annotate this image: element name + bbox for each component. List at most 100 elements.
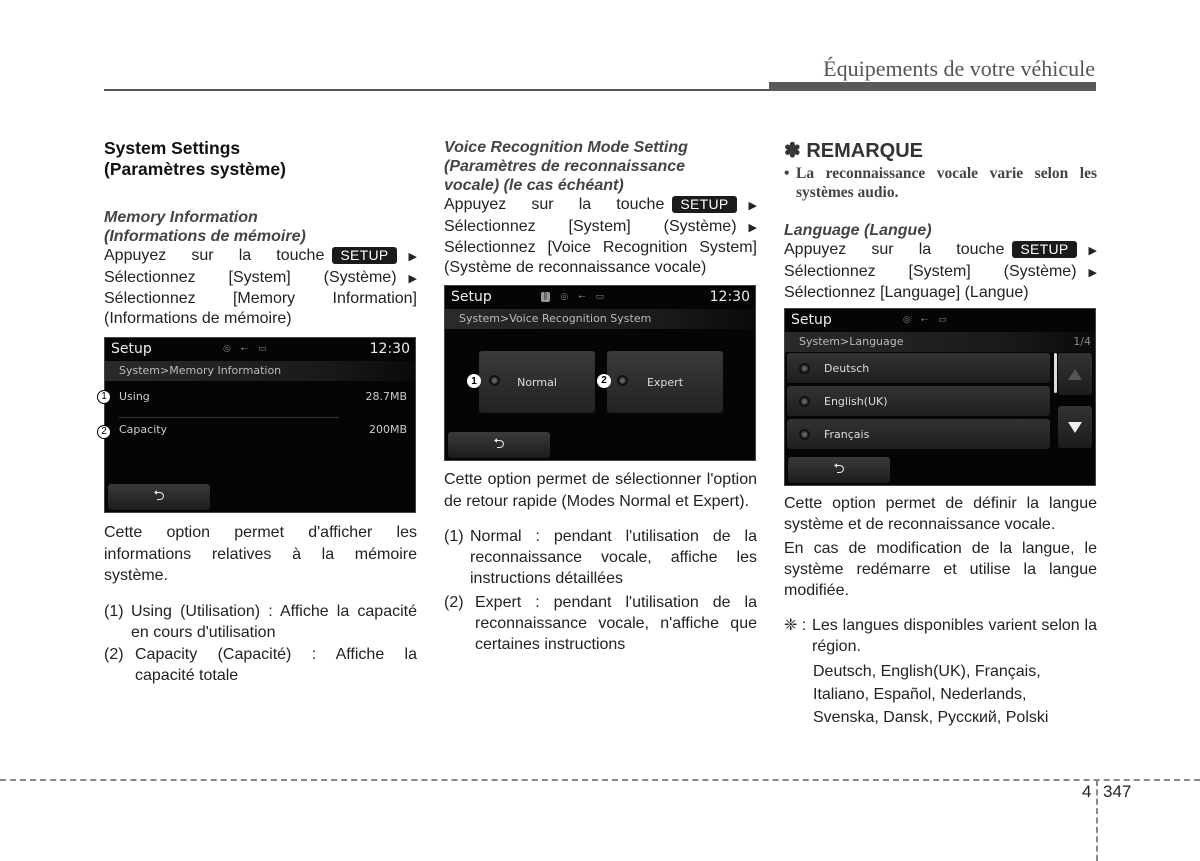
instruction-line: Appuyez sur la touche SETUP ▶: [104, 246, 417, 268]
footer-divider: [1096, 780, 1098, 861]
list-item: (2) Expert : pendant l'utilisation de la…: [444, 594, 757, 653]
radio-icon: [489, 375, 500, 386]
back-arrow-icon: ⮌: [833, 461, 845, 477]
usb-icon: ⭠: [920, 315, 929, 325]
instruction-line: (Informations de mémoire): [104, 309, 292, 327]
instruction-line: (Système de reconnaissance vocale): [444, 258, 707, 276]
mode-expert-button[interactable]: Expert: [607, 351, 723, 413]
callout-2: 2: [97, 425, 111, 439]
bullet: •: [784, 165, 790, 182]
subsection-heading: Voice Recognition Mode Setting: [444, 139, 688, 156]
triangle-up-icon: [1068, 368, 1082, 380]
arrow-right-icon: ▶: [1088, 245, 1097, 257]
subsection-heading: Memory Information: [104, 209, 258, 226]
instruction-line: Sélectionnez [System] (Système) ▶: [444, 217, 757, 239]
row-divider: [119, 417, 339, 418]
screen-breadcrumb: System>Language 1/4: [785, 332, 1095, 352]
instruction-line: Sélectionnez [System] (Système) ▶: [104, 268, 417, 290]
language-option-english-uk[interactable]: English(UK): [787, 386, 1050, 416]
back-button[interactable]: ⮌: [788, 457, 890, 483]
back-arrow-icon: ⮌: [153, 488, 165, 504]
page-indicator: 1/4: [1073, 335, 1091, 348]
setup-key-badge: SETUP: [332, 247, 397, 264]
page-number: 347: [1103, 782, 1132, 801]
footer-rule: [0, 779, 1200, 781]
header-rule: [104, 89, 770, 91]
screen-clock: 12:30: [369, 341, 410, 357]
subsection-heading-fr: vocale) (le cas échéant): [444, 177, 624, 194]
callout-1: 1: [467, 374, 481, 388]
arrow-right-icon: ▶: [748, 200, 757, 212]
memory-row-capacity: Capacity 200MB: [119, 423, 407, 436]
scroll-down-button[interactable]: [1058, 406, 1092, 448]
back-button[interactable]: ⮌: [108, 484, 210, 510]
setup-key-badge: SETUP: [672, 196, 737, 213]
setup-key-badge: SETUP: [1012, 241, 1077, 258]
language-option-deutsch[interactable]: Deutsch: [787, 353, 1050, 383]
instruction-line: Sélectionnez [Voice Recognition System]: [444, 239, 757, 256]
language-description: Cette option permet de définir la langue…: [784, 493, 1097, 729]
instruction-line: Sélectionnez [System] (Système) ▶: [784, 262, 1097, 284]
chapter-number: 4: [1082, 782, 1092, 801]
arrow-right-icon: ▶: [748, 221, 757, 234]
mode-normal-button[interactable]: Normal: [479, 351, 595, 413]
description-paragraph: Cette option permet de définir la langue…: [784, 495, 1097, 533]
memory-row-using: Using 28.7MB: [119, 390, 407, 403]
aux-icon: ▭: [938, 315, 947, 325]
section-voice-recognition: Voice Recognition Mode Setting (Paramètr…: [444, 138, 757, 277]
language-screen: Setup ◎ ⭠ ▭ System>Language 1/4 Deutsch …: [784, 308, 1096, 486]
instruction-line: Appuyez sur la touche SETUP ▶: [444, 195, 757, 217]
callout-2: 2: [597, 374, 611, 388]
language-list: Deutsch, English(UK), Français, Italiano…: [813, 663, 1049, 726]
callout-1: 1: [97, 390, 111, 404]
list-item: (2) Capacity (Capacité) : Affiche la cap…: [104, 645, 417, 685]
subsection-heading-fr: (Paramètres de reconnaissance: [444, 158, 686, 175]
screen-title: Setup: [451, 289, 492, 305]
list-scrollbar[interactable]: [1054, 353, 1057, 393]
instruction-line: Sélectionnez [Language] (Langue): [784, 284, 1029, 301]
note-symbol: ❈ :: [784, 617, 807, 634]
aux-icon: ▭: [258, 344, 267, 354]
disc-icon: ◎: [903, 315, 911, 325]
back-arrow-icon: ⮌: [493, 436, 505, 452]
usb-icon: ⭠: [578, 292, 586, 302]
arrow-right-icon: ▶: [408, 251, 417, 263]
disc-icon: ◎: [560, 292, 569, 302]
screen-clock: 12:30: [709, 289, 750, 305]
remark-title: ✽ REMARQUE: [784, 140, 923, 162]
instruction-line: Appuyez sur la touche SETUP ▶: [784, 240, 1097, 262]
arrow-right-icon: ▶: [1088, 266, 1097, 279]
availability-note: ❈ : Les langues disponibles varient selo…: [784, 617, 1097, 655]
section-heading-fr: (Paramètres système): [104, 159, 286, 179]
section-remark-language: ✽ REMARQUE • La reconnaissance vocale va…: [784, 140, 1097, 303]
description-paragraph: En cas de modification de la langue, le …: [784, 540, 1097, 599]
description-paragraph: Cette option permet d'afficher les infor…: [104, 524, 417, 584]
page-header-title: Équipements de votre véhicule: [823, 56, 1095, 81]
arrow-right-icon: ▶: [408, 272, 417, 285]
header-rule-thick: [769, 82, 1096, 91]
disc-icon: ◎: [223, 344, 231, 354]
radio-icon: [799, 395, 810, 407]
triangle-down-icon: [1068, 421, 1082, 433]
voice-recognition-screen: Setup ᛒ ◎ ⭠ ▭ 12:30 System>Voice Recogni…: [444, 285, 756, 461]
list-item: (1) Normal : pendant l'utilisation de la…: [444, 528, 757, 587]
aux-icon: ▭: [595, 292, 604, 302]
description-paragraph: Cette option permet de sélectionner l'op…: [444, 471, 757, 510]
screen-title: Setup: [791, 312, 832, 328]
section-system-settings: System Settings (Paramètres système) Mem…: [104, 138, 417, 328]
back-button[interactable]: ⮌: [448, 432, 550, 458]
screen-breadcrumb: System>Memory Information: [105, 361, 415, 381]
usb-icon: ⭠: [240, 344, 249, 354]
memory-info-screen: Setup ◎ ⭠ ▭ 12:30 System>Memory Informat…: [104, 337, 416, 513]
radio-icon: [799, 362, 810, 374]
bluetooth-icon: ᛒ: [541, 292, 551, 302]
radio-icon: [617, 375, 628, 386]
screen-title: Setup: [111, 341, 152, 357]
scroll-up-button[interactable]: [1058, 353, 1092, 395]
section-heading: System Settings: [104, 138, 241, 158]
language-option-francais[interactable]: Français: [787, 419, 1050, 449]
list-item: (1) Using (Utilisation) : Affiche la cap…: [104, 602, 417, 642]
screen-breadcrumb: System>Voice Recognition System: [445, 309, 755, 329]
voice-description: Cette option permet de sélectionner l'op…: [444, 469, 757, 655]
remark-note: • La reconnaissance vocale varie selon l…: [784, 165, 1097, 201]
